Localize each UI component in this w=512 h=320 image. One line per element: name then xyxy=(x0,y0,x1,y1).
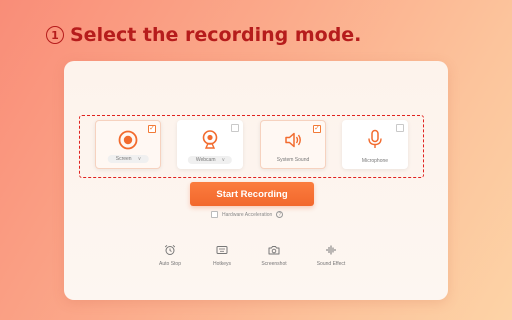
auto-stop-label: Auto Stop xyxy=(159,261,181,267)
hardware-acceleration-checkbox[interactable] xyxy=(211,211,218,218)
microphone-icon xyxy=(368,129,382,148)
checkbox-webcam[interactable] xyxy=(231,124,239,132)
hardware-acceleration-label: Hardware Acceleration xyxy=(222,211,273,218)
mode-card-microphone[interactable]: Microphone xyxy=(342,120,408,169)
tool-auto-stop[interactable]: Auto Stop xyxy=(150,244,190,267)
checkbox-system-sound[interactable]: ✓ xyxy=(313,125,321,133)
hardware-acceleration-row: Hardware Acceleration ? xyxy=(211,211,284,218)
mode-card-webcam[interactable]: Webcam ∨ xyxy=(177,120,243,169)
mode-card-screen[interactable]: ✓ Screen ∨ xyxy=(95,120,161,169)
screen-dropdown[interactable]: Screen ∨ xyxy=(107,155,149,163)
checkbox-microphone[interactable] xyxy=(396,124,404,132)
chevron-down-icon: ∨ xyxy=(221,157,226,163)
soundwave-icon xyxy=(326,245,336,255)
help-icon[interactable]: ? xyxy=(276,211,284,218)
webcam-icon xyxy=(202,130,218,149)
keyboard-icon xyxy=(216,246,228,254)
system-sound-label: System Sound xyxy=(276,157,310,163)
chevron-down-icon: ∨ xyxy=(137,156,142,162)
mode-card-system-sound[interactable]: ✓ System Sound xyxy=(260,120,326,169)
camera-icon xyxy=(268,246,280,255)
speaker-icon xyxy=(285,132,301,148)
sound-effect-label: Sound Effect xyxy=(316,261,346,267)
webcam-label: Webcam xyxy=(195,157,216,163)
microphone-label: Microphone xyxy=(361,158,389,164)
page-headline: 1 Select the recording mode. xyxy=(46,24,361,46)
tool-sound-effect[interactable]: Sound Effect xyxy=(311,244,351,267)
alarm-clock-icon xyxy=(164,244,176,255)
headline-text: Select the recording mode. xyxy=(70,24,362,46)
tool-screenshot[interactable]: Screenshot xyxy=(254,244,294,267)
webcam-dropdown[interactable]: Webcam ∨ xyxy=(187,156,233,164)
record-icon xyxy=(118,130,138,150)
screen-label: Screen xyxy=(115,156,132,162)
step-number-badge: 1 xyxy=(46,26,64,44)
tool-hotkeys[interactable]: Hotkeys xyxy=(202,244,242,267)
checkbox-screen[interactable]: ✓ xyxy=(148,125,156,133)
start-recording-button[interactable]: Start Recording xyxy=(190,182,314,206)
hotkeys-label: Hotkeys xyxy=(212,261,232,267)
screenshot-label: Screenshot xyxy=(261,261,287,267)
recorder-panel: ✓ Screen ∨ Webcam ∨ ✓ System Sound Micro… xyxy=(64,61,448,300)
